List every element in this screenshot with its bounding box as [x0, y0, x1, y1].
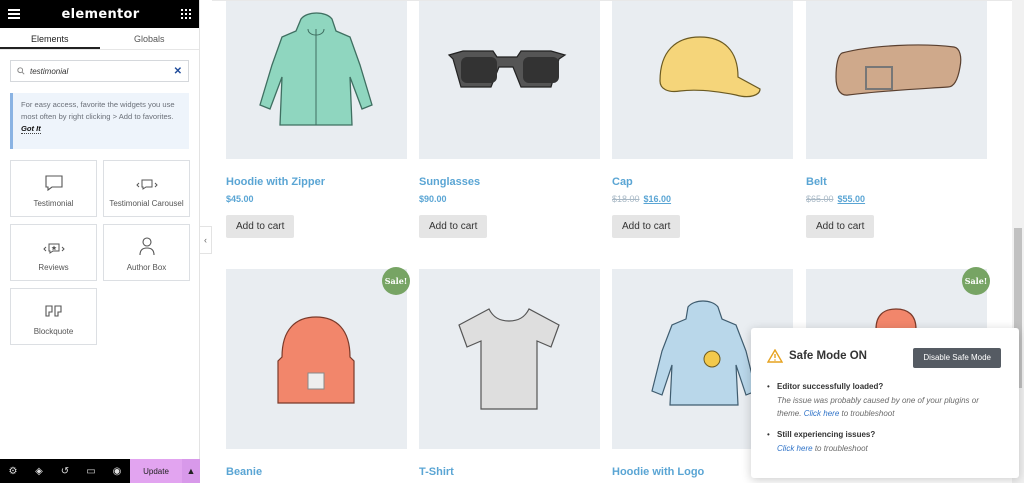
widget-testimonial[interactable]: Testimonial — [10, 160, 97, 217]
product-price: $18.00 $16.00 — [612, 194, 793, 204]
testimonial-icon — [44, 175, 63, 192]
layers-icon[interactable]: ◈ — [26, 459, 52, 483]
preview-icon[interactable]: ◉ — [104, 459, 130, 483]
editor-sidebar: elementor Elements Globals testimonial ✕… — [0, 0, 200, 483]
old-price: $18.00 — [612, 194, 640, 204]
safe-mode-popup: Safe Mode ON Disable Safe Mode Editor su… — [751, 328, 1019, 478]
product-price: $65.00 $55.00 — [806, 194, 987, 204]
add-to-cart-button[interactable]: Add to cart — [419, 215, 488, 238]
sidebar-topbar: elementor — [0, 0, 199, 28]
product-image[interactable] — [226, 1, 407, 159]
tab-elements[interactable]: Elements — [0, 28, 100, 49]
history-icon[interactable]: ↺ — [52, 459, 78, 483]
widget-label: Reviews — [38, 263, 69, 272]
tab-globals[interactable]: Globals — [100, 28, 200, 49]
warning-icon — [767, 349, 783, 363]
product-image[interactable] — [419, 269, 600, 449]
testimonial-carousel-icon — [135, 179, 158, 190]
widget-blockquote[interactable]: Blockquote — [10, 288, 97, 345]
settings-icon[interactable]: ⚙ — [0, 459, 26, 483]
product-card: Belt $65.00 $55.00 Add to cart — [806, 1, 987, 238]
product-card: Sunglasses $90.00 Add to cart — [419, 1, 600, 238]
product-card: T-Shirt — [419, 269, 600, 478]
troubleshoot-link[interactable]: Click here — [777, 444, 813, 453]
safe-mode-title-text: Safe Mode ON — [789, 350, 867, 362]
product-price: $45.00 — [226, 194, 407, 204]
troubleshoot-link[interactable]: Click here — [804, 409, 840, 418]
product-name[interactable]: Sunglasses — [419, 176, 600, 188]
sale-badge: Sale! — [962, 267, 990, 295]
product-image[interactable] — [612, 1, 793, 159]
product-name[interactable]: Cap — [612, 176, 793, 188]
blockquote-icon — [44, 305, 62, 317]
reviews-icon — [42, 243, 65, 254]
sale-badge: Sale! — [382, 267, 410, 295]
old-price: $65.00 — [806, 194, 834, 204]
add-to-cart-button[interactable]: Add to cart — [226, 215, 295, 238]
search-input[interactable]: testimonial — [25, 67, 174, 76]
item-heading: Editor successfully loaded? — [777, 382, 884, 391]
sidebar-footer: ⚙ ◈ ↺ ▭ ◉ Update ▲ — [0, 459, 200, 483]
current-price: $45.00 — [226, 194, 254, 204]
product-image[interactable] — [419, 1, 600, 159]
chevron-up-icon[interactable]: ▲ — [182, 459, 200, 483]
widget-label: Author Box — [126, 263, 167, 272]
product-image[interactable] — [226, 269, 407, 449]
product-price: $90.00 — [419, 194, 600, 204]
widget-label: Blockquote — [33, 327, 74, 336]
got-it-link[interactable]: Got It — [21, 124, 41, 134]
product-card: Hoodie with Zipper $45.00 Add to cart — [226, 1, 407, 238]
sunglasses-image — [447, 50, 567, 88]
beanie-image — [277, 316, 355, 404]
sidebar-tabs: Elements Globals — [0, 28, 199, 50]
search-icon — [17, 67, 25, 75]
widget-author-box[interactable]: Author Box — [103, 224, 190, 281]
clear-search-icon[interactable]: ✕ — [174, 66, 182, 77]
tip-text: For easy access, favorite the widgets yo… — [21, 100, 175, 121]
cap-image — [659, 36, 761, 98]
add-to-cart-button[interactable]: Add to cart — [806, 215, 875, 238]
widget-label: Testimonial Carousel — [109, 199, 184, 208]
product-name[interactable]: Hoodie with Zipper — [226, 176, 407, 188]
product-card: Cap $18.00 $16.00 Add to cart — [612, 1, 793, 238]
responsive-icon[interactable]: ▭ — [78, 459, 104, 483]
widget-reviews[interactable]: Reviews — [10, 224, 97, 281]
item-description: Click here to troubleshoot — [777, 444, 868, 453]
product-name[interactable]: Belt — [806, 176, 987, 188]
update-button[interactable]: Update — [130, 459, 182, 483]
list-item: Editor successfully loaded? The issue wa… — [767, 382, 1005, 420]
widget-label: Testimonial — [33, 199, 74, 208]
collapse-panel-handle[interactable]: ‹ — [200, 226, 212, 254]
widgets-grid-icon[interactable] — [181, 9, 191, 19]
menu-icon[interactable] — [8, 9, 20, 19]
disable-safe-mode-button[interactable]: Disable Safe Mode — [913, 348, 1001, 368]
list-item: Still experiencing issues? Click here to… — [767, 430, 1005, 455]
widget-testimonial-carousel[interactable]: Testimonial Carousel — [103, 160, 190, 217]
hoodie-zipper-image — [259, 12, 373, 126]
elementor-logo: elementor — [61, 6, 140, 22]
product-name[interactable]: Beanie — [226, 466, 407, 478]
product-name[interactable]: T-Shirt — [419, 466, 600, 478]
tshirt-image — [458, 308, 560, 410]
product-image[interactable] — [806, 1, 987, 159]
current-price: $55.00 — [837, 194, 866, 204]
current-price: $90.00 — [419, 194, 447, 204]
product-card: Beanie — [226, 269, 407, 478]
item-heading: Still experiencing issues? — [777, 430, 876, 439]
belt-image — [835, 44, 962, 96]
current-price: $16.00 — [643, 194, 672, 204]
author-box-icon — [138, 237, 155, 256]
safe-mode-title: Safe Mode ON — [767, 349, 867, 363]
item-description: The issue was probably caused by one of … — [777, 396, 979, 418]
favorites-tip: For easy access, favorite the widgets yo… — [10, 93, 189, 149]
safe-mode-list: Editor successfully loaded? The issue wa… — [767, 382, 1005, 465]
widget-search[interactable]: testimonial ✕ — [10, 60, 189, 82]
add-to-cart-button[interactable]: Add to cart — [612, 215, 681, 238]
